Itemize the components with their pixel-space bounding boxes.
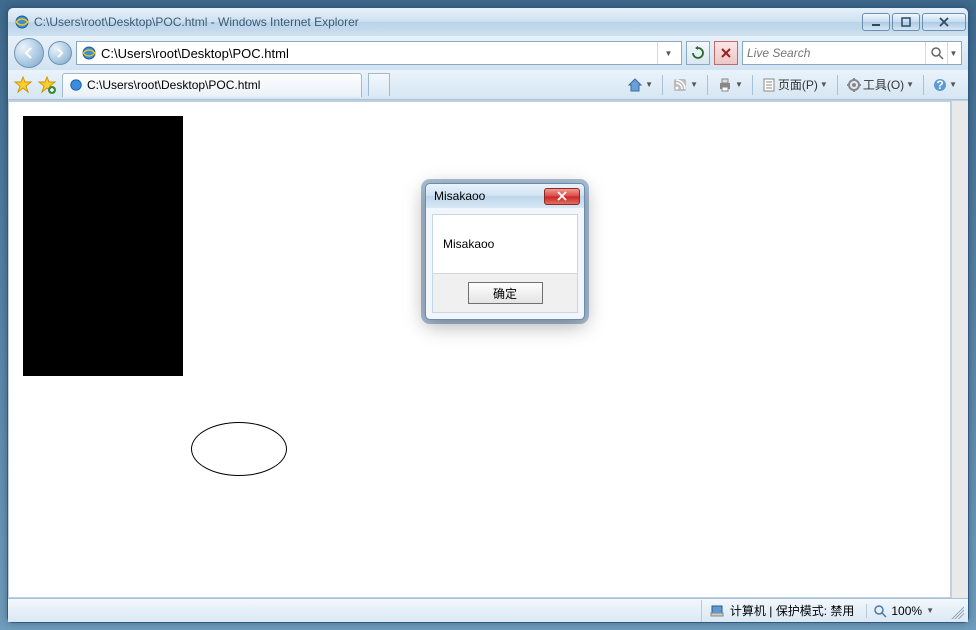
navigation-bar: ▼ ▼ <box>8 36 968 70</box>
forward-button[interactable] <box>48 41 72 65</box>
separator <box>662 75 663 95</box>
search-input[interactable] <box>747 43 925 63</box>
zoom-control[interactable]: 100% ▼ <box>866 604 940 618</box>
chevron-down-icon: ▼ <box>906 80 914 89</box>
separator <box>837 75 838 95</box>
page-content <box>8 101 951 598</box>
ellipse-shape <box>191 422 287 476</box>
browser-tab[interactable]: C:\Users\root\Desktop\POC.html <box>62 73 362 97</box>
search-button[interactable] <box>925 42 947 64</box>
black-rectangle <box>23 116 183 376</box>
svg-text:?: ? <box>936 78 943 92</box>
tools-menu-button[interactable]: 工具(O) ▼ <box>842 74 919 96</box>
page-menu-label: 页面(P) <box>778 76 818 93</box>
chevron-down-icon: ▼ <box>735 80 743 89</box>
print-button[interactable]: ▼ <box>712 74 748 96</box>
dialog-button-row: 确定 <box>432 273 578 313</box>
address-bar: ▼ <box>76 41 682 65</box>
chevron-down-icon: ▼ <box>665 49 673 58</box>
separator <box>752 75 753 95</box>
ie-page-icon <box>81 45 97 61</box>
zoom-icon <box>873 604 887 618</box>
back-button[interactable] <box>14 38 44 68</box>
toolbar-right: ▼ ▼ ▼ 页面(P) ▼ 工具(O) ▼ <box>622 74 962 96</box>
chevron-down-icon: ▼ <box>820 80 828 89</box>
chevron-down-icon: ▼ <box>645 80 653 89</box>
chevron-down-icon: ▼ <box>950 49 958 58</box>
dialog-title-bar: Misakaoo <box>426 184 584 208</box>
search-box: ▼ <box>742 41 962 65</box>
zoom-value: 100% <box>891 604 922 618</box>
zone-label: 计算机 | 保护模式: 禁用 <box>730 602 854 619</box>
address-input[interactable] <box>101 43 653 63</box>
alert-dialog: Misakaoo Misakaoo 确定 <box>425 183 585 320</box>
tab-page-icon <box>69 78 83 92</box>
chevron-down-icon: ▼ <box>926 606 934 615</box>
title-bar: C:\Users\root\Desktop\POC.html - Windows… <box>8 8 968 36</box>
dialog-title: Misakaoo <box>434 189 544 203</box>
address-dropdown-button[interactable]: ▼ <box>657 42 679 64</box>
close-button[interactable] <box>922 13 966 31</box>
vertical-scrollbar[interactable] <box>951 101 968 598</box>
home-button[interactable]: ▼ <box>622 74 658 96</box>
dialog-close-button[interactable] <box>544 188 580 205</box>
feeds-button[interactable]: ▼ <box>667 74 703 96</box>
dialog-ok-button[interactable]: 确定 <box>468 282 543 304</box>
chevron-down-icon: ▼ <box>690 80 698 89</box>
separator <box>923 75 924 95</box>
new-tab-button[interactable] <box>368 73 390 96</box>
add-favorite-button[interactable] <box>38 76 56 94</box>
window-title: C:\Users\root\Desktop\POC.html - Windows… <box>34 15 862 29</box>
toolbar: C:\Users\root\Desktop\POC.html ▼ ▼ ▼ 页面(… <box>8 70 968 100</box>
ie-window: C:\Users\root\Desktop\POC.html - Windows… <box>7 7 969 623</box>
page-menu-button[interactable]: 页面(P) ▼ <box>757 74 833 96</box>
dialog-body: Misakaoo 确定 <box>426 208 584 319</box>
status-bar: 计算机 | 保护模式: 禁用 100% ▼ <box>8 598 968 622</box>
chevron-down-icon: ▼ <box>949 80 957 89</box>
tab-label: C:\Users\root\Desktop\POC.html <box>87 78 260 92</box>
content-wrapper <box>8 100 968 598</box>
computer-icon <box>710 604 726 618</box>
resize-grip[interactable] <box>948 603 964 619</box>
stop-button[interactable] <box>714 41 738 65</box>
ie-logo-icon <box>14 14 30 30</box>
maximize-button[interactable] <box>892 13 920 31</box>
favorites-button[interactable] <box>14 76 32 94</box>
tools-menu-label: 工具(O) <box>863 76 904 93</box>
help-button[interactable]: ? ▼ <box>928 74 962 96</box>
refresh-button[interactable] <box>686 41 710 65</box>
separator <box>707 75 708 95</box>
security-zone[interactable]: 计算机 | 保护模式: 禁用 <box>701 600 862 622</box>
window-buttons <box>862 13 966 31</box>
dialog-message: Misakaoo <box>432 214 578 274</box>
minimize-button[interactable] <box>862 13 890 31</box>
search-dropdown-button[interactable]: ▼ <box>947 42 959 64</box>
